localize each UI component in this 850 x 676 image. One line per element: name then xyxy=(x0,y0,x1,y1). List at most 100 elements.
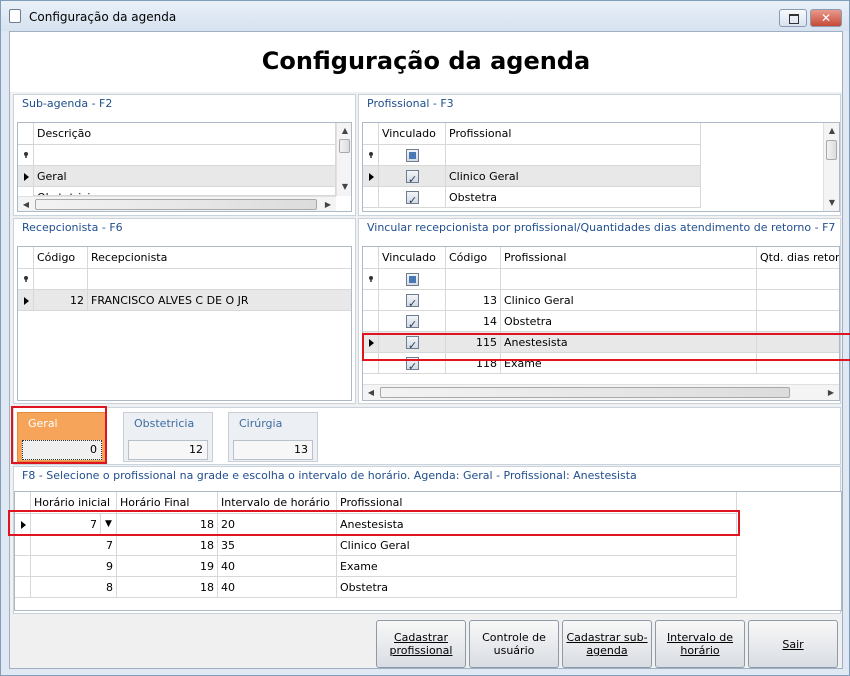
col-vinculado[interactable]: Vinculado xyxy=(379,247,446,269)
filter-cell[interactable] xyxy=(446,269,501,290)
profissional-panel-title: Profissional - F3 xyxy=(367,97,454,110)
table-cell[interactable]: 14 xyxy=(446,311,501,332)
recepcionista-grid[interactable]: Código Recepcionista 12 FRANCISCO ALVES … xyxy=(17,246,352,401)
scroll-up-icon[interactable]: ▲ xyxy=(337,123,351,139)
filter-row-pin-icon xyxy=(363,145,379,166)
table-cell[interactable]: 7 xyxy=(31,535,117,556)
controle-usuario-button[interactable]: Controle de usuário xyxy=(469,620,559,668)
table-cell[interactable]: Clinico Geral xyxy=(446,166,701,187)
highlight-box xyxy=(8,510,740,536)
vertical-scrollbar[interactable]: ▲ ▼ xyxy=(823,123,839,211)
header: Configuração da agenda xyxy=(10,32,842,92)
window-title: Configuração da agenda xyxy=(29,10,177,24)
col-profissional[interactable]: Profissional xyxy=(501,247,757,269)
list-item[interactable]: Geral xyxy=(34,166,336,187)
filter-row-pin-icon xyxy=(363,269,379,290)
vinculado-checkbox[interactable] xyxy=(406,190,419,207)
subagenda-panel-title: Sub-agenda - F2 xyxy=(22,97,113,110)
table-cell[interactable]: FRANCISCO ALVES C DE O JR xyxy=(88,290,351,311)
table-cell[interactable]: Clinico Geral xyxy=(501,290,757,311)
highlight-box xyxy=(11,406,107,464)
col-profissional[interactable]: Profissional xyxy=(446,123,701,145)
vincular-panel-title: Vincular recepcionista por profissional/… xyxy=(367,221,836,234)
col-codigo[interactable]: Código xyxy=(34,247,88,269)
select-all-checkbox[interactable] xyxy=(406,273,419,286)
vincular-grid[interactable]: Vinculado Código Profissional Qtd. dias … xyxy=(362,246,840,401)
filter-row-pin-icon xyxy=(18,145,34,166)
col-vinculado[interactable]: Vinculado xyxy=(379,123,446,145)
table-cell[interactable]: 12 xyxy=(34,290,88,311)
current-row-arrow-icon xyxy=(363,166,379,187)
col-qtd-dias-retorno[interactable]: Qtd. dias retorno xyxy=(757,247,839,269)
table-cell[interactable]: Exame xyxy=(337,556,737,577)
table-cell[interactable]: 8 xyxy=(31,577,117,598)
table-cell[interactable]: Obstetra xyxy=(446,187,701,208)
table-cell[interactable]: 18 xyxy=(117,535,218,556)
recepcionista-panel-title: Recepcionista - F6 xyxy=(22,221,123,234)
table-cell[interactable]: 13 xyxy=(446,290,501,311)
filter-cell[interactable] xyxy=(757,269,839,290)
restore-button[interactable] xyxy=(779,9,807,27)
main-window: Configuração da agenda ✕ Configuração da… xyxy=(0,0,850,676)
col-recepcionista[interactable]: Recepcionista xyxy=(88,247,351,269)
filter-row-pin-icon xyxy=(18,269,34,290)
select-all-checkbox[interactable] xyxy=(406,149,419,162)
scroll-down-icon[interactable]: ▼ xyxy=(337,179,351,195)
title-bar: Configuração da agenda ✕ xyxy=(1,1,849,31)
table-cell[interactable]: 19 xyxy=(117,556,218,577)
subagenda-grid[interactable]: Descrição Geral Obstetricia ▲ ▼ ◀ ▶ xyxy=(17,122,352,212)
close-button[interactable]: ✕ xyxy=(810,9,842,27)
vinculado-checkbox[interactable] xyxy=(406,314,419,331)
tab-value[interactable]: 13 xyxy=(233,440,313,460)
vinculado-checkbox[interactable] xyxy=(406,169,419,186)
scroll-left-icon[interactable]: ◀ xyxy=(18,197,34,211)
horarios-grid[interactable]: Horário inicial Horário Final Intervalo … xyxy=(14,491,842,611)
table-cell[interactable]: 40 xyxy=(218,577,337,598)
table-cell[interactable]: Clinico Geral xyxy=(337,535,737,556)
col-descricao[interactable]: Descrição xyxy=(34,123,336,145)
col-codigo[interactable]: Código xyxy=(446,247,501,269)
profissional-panel: Profissional - F3 Vinculado Profissional… xyxy=(358,94,841,216)
tab-label: Obstetricia xyxy=(134,417,195,430)
table-cell[interactable]: 40 xyxy=(218,556,337,577)
table-cell[interactable]: 18 xyxy=(117,577,218,598)
intervalo-horario-button[interactable]: Intervalo de horário xyxy=(655,620,745,668)
subagenda-tabs: Geral 0 Obstetricia 12 Cirúrgia 13 xyxy=(13,407,841,465)
filter-cell[interactable] xyxy=(446,145,701,166)
cadastrar-subagenda-button[interactable]: Cadastrar sub-agenda xyxy=(562,620,652,668)
scroll-right-icon[interactable]: ▶ xyxy=(320,197,336,211)
filter-cell[interactable] xyxy=(88,269,351,290)
cadastrar-profissional-button[interactable]: Cadastrar profissional xyxy=(376,620,466,668)
vertical-scrollbar[interactable]: ▲ ▼ xyxy=(336,123,351,196)
client-area: Configuração da agenda Sub-agenda - F2 D… xyxy=(8,31,850,669)
scroll-left-icon[interactable]: ◀ xyxy=(363,385,379,400)
tab-value[interactable]: 12 xyxy=(128,440,208,460)
table-cell[interactable]: Obstetra xyxy=(337,577,737,598)
current-row-arrow-icon xyxy=(18,166,34,187)
tab-cirurgia[interactable]: Cirúrgia 13 xyxy=(228,412,318,462)
list-item[interactable]: Obstetricia xyxy=(34,187,336,196)
current-row-arrow-icon xyxy=(18,290,34,311)
scroll-up-icon[interactable]: ▲ xyxy=(824,123,839,139)
app-icon xyxy=(9,9,21,23)
highlight-box xyxy=(362,333,850,361)
sair-button[interactable]: Sair xyxy=(748,620,838,668)
scroll-down-icon[interactable]: ▼ xyxy=(824,195,839,211)
scroll-right-icon[interactable]: ▶ xyxy=(823,385,839,400)
profissional-grid[interactable]: Vinculado Profissional Clinico Geral Obs… xyxy=(362,122,840,212)
filter-cell[interactable] xyxy=(34,145,336,166)
filter-cell[interactable] xyxy=(34,269,88,290)
recepcionista-panel: Recepcionista - F6 Código Recepcionista … xyxy=(13,218,356,404)
horarios-panel: F8 - Selecione o profissional na grade e… xyxy=(13,466,842,614)
subagenda-panel: Sub-agenda - F2 Descrição Geral Obstetri… xyxy=(13,94,356,216)
filter-cell[interactable] xyxy=(501,269,757,290)
page-title: Configuração da agenda xyxy=(261,47,591,75)
table-cell[interactable]: Obstetra xyxy=(501,311,757,332)
tab-obstetricia[interactable]: Obstetricia 12 xyxy=(123,412,213,462)
horizontal-scrollbar[interactable]: ◀ ▶ xyxy=(363,384,839,400)
horizontal-scrollbar[interactable]: ◀ ▶ xyxy=(18,196,336,211)
table-cell[interactable]: 35 xyxy=(218,535,337,556)
table-cell[interactable]: 9 xyxy=(31,556,117,577)
vinculado-checkbox[interactable] xyxy=(406,293,419,310)
tab-label: Cirúrgia xyxy=(239,417,283,430)
